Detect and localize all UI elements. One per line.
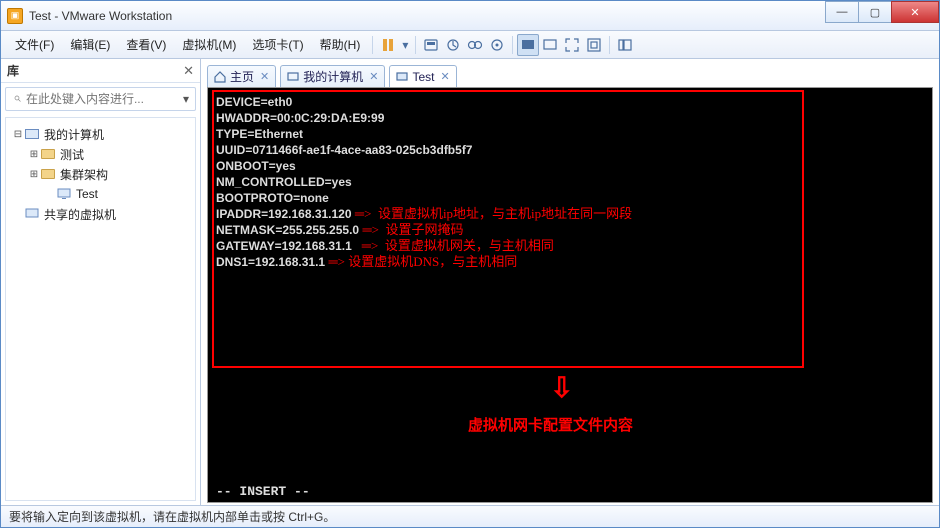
title-bar: ▣ Test - VMware Workstation — ▢ ✕ (1, 1, 939, 31)
tree-item-cluster[interactable]: ⊞集群架构 (10, 164, 191, 184)
home-icon (214, 71, 226, 83)
vm-console[interactable]: DEVICE=eth0 HWADDR=00:0C:29:DA:E9:99 TYP… (207, 87, 933, 503)
view-thumbnail-icon[interactable] (539, 34, 561, 56)
cfg-device: DEVICE=eth0 (216, 94, 924, 110)
tab-home[interactable]: 主页 ✕ (207, 65, 276, 87)
cfg-uuid: UUID=0711466f-ae1f-4ace-aa83-025cb3dfb5f… (216, 142, 924, 158)
tab-bar: 主页 ✕ 我的计算机 ✕ Test ✕ (201, 59, 939, 87)
cfg-nmcontrolled: NM_CONTROLLED=yes (216, 174, 924, 190)
cfg-ipaddr: IPADDR=192.168.31.120 ═> 设置虚拟机ip地址，与主机ip… (216, 206, 924, 222)
menu-vm[interactable]: 虚拟机(M) (174, 32, 244, 57)
status-text: 要将输入定向到该虚拟机，请在虚拟机内部单击或按 Ctrl+G。 (9, 508, 335, 525)
tab-home-close-icon[interactable]: ✕ (260, 70, 269, 83)
tree-shared[interactable]: 共享的虚拟机 (10, 204, 191, 224)
monitor-icon (287, 71, 299, 83)
annotation-summary: 虚拟机网卡配置文件内容 (468, 418, 633, 434)
menu-tabs[interactable]: 选项卡(T) (244, 32, 311, 57)
menu-help[interactable]: 帮助(H) (312, 32, 369, 57)
close-button[interactable]: ✕ (891, 1, 939, 23)
cfg-gateway: GATEWAY=192.168.31.1 ═> 设置虚拟机网关，与主机相同 (216, 238, 924, 254)
search-icon (14, 92, 22, 106)
tab-mycomputer-label: 我的计算机 (303, 68, 363, 85)
fullscreen-icon[interactable] (561, 34, 583, 56)
app-icon: ▣ (7, 8, 23, 24)
tab-mycomputer[interactable]: 我的计算机 ✕ (280, 65, 385, 87)
unity-icon[interactable] (583, 34, 605, 56)
tree-item-test-folder[interactable]: ⊞测试 (10, 144, 191, 164)
window-title: Test - VMware Workstation (29, 9, 826, 23)
revert-icon[interactable] (486, 34, 508, 56)
pause-dropdown[interactable]: ▾ (399, 34, 411, 56)
menu-view[interactable]: 查看(V) (118, 32, 174, 57)
cfg-onboot: ONBOOT=yes (216, 158, 924, 174)
minimize-button[interactable]: — (825, 1, 859, 23)
sidebar-title: 库 (7, 62, 19, 79)
maximize-button[interactable]: ▢ (858, 1, 892, 23)
menu-edit[interactable]: 编辑(E) (62, 32, 118, 57)
content-area: 主页 ✕ 我的计算机 ✕ Test ✕ DEVICE=eth0 HWADDR=0… (201, 59, 939, 505)
tab-mycomputer-close-icon[interactable]: ✕ (369, 70, 378, 83)
tree-item-test-vm[interactable]: Test (10, 184, 191, 204)
tab-test[interactable]: Test ✕ (389, 65, 456, 87)
snapshot-manager-icon[interactable] (464, 34, 486, 56)
sidebar: 库 ✕ ▾ ⊟我的计算机 ⊞测试 ⊞集群架构 Test 共享的虚拟机 (1, 59, 201, 505)
tab-test-close-icon[interactable]: ✕ (440, 70, 449, 83)
cfg-dns: DNS1=192.168.31.1 ═> 设置虚拟机DNS，与主机相同 (216, 254, 924, 270)
arrow-down-icon: ⇩ (550, 374, 573, 402)
menu-file[interactable]: 文件(F) (7, 32, 62, 57)
sidebar-close-icon[interactable]: ✕ (183, 63, 194, 79)
snapshot-icon[interactable] (442, 34, 464, 56)
cfg-netmask: NETMASK=255.255.255.0 ═> 设置子网掩码 (216, 222, 924, 238)
pause-button[interactable] (377, 34, 399, 56)
search-box[interactable]: ▾ (5, 87, 196, 111)
library-toggle-icon[interactable] (614, 34, 636, 56)
vm-icon (396, 71, 408, 83)
search-dropdown-icon[interactable]: ▾ (181, 92, 191, 106)
tree-root[interactable]: ⊟我的计算机 (10, 124, 191, 144)
menu-bar: 文件(F) 编辑(E) 查看(V) 虚拟机(M) 选项卡(T) 帮助(H) ▾ (1, 31, 939, 59)
send-ctrl-alt-del-icon[interactable] (420, 34, 442, 56)
main-area: 库 ✕ ▾ ⊟我的计算机 ⊞测试 ⊞集群架构 Test 共享的虚拟机 主页 ✕ … (1, 59, 939, 505)
cfg-hwaddr: HWADDR=00:0C:29:DA:E9:99 (216, 110, 924, 126)
tab-test-label: Test (412, 70, 434, 84)
tab-home-label: 主页 (230, 68, 254, 85)
view-console-icon[interactable] (517, 34, 539, 56)
cfg-type: TYPE=Ethernet (216, 126, 924, 142)
vim-mode: -- INSERT -- (216, 484, 310, 500)
cfg-bootproto: BOOTPROTO=none (216, 190, 924, 206)
search-input[interactable] (26, 92, 181, 106)
library-tree: ⊟我的计算机 ⊞测试 ⊞集群架构 Test 共享的虚拟机 (5, 117, 196, 501)
status-bar: 要将输入定向到该虚拟机，请在虚拟机内部单击或按 Ctrl+G。 (1, 505, 939, 527)
